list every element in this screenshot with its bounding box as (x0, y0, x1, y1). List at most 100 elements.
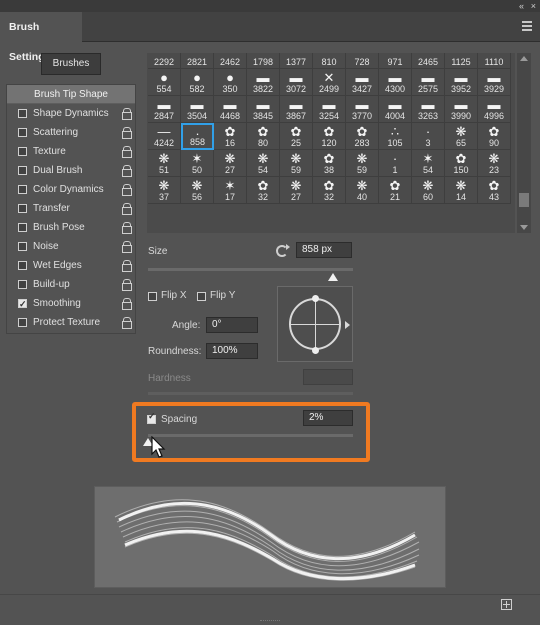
sidebar-item-noise[interactable]: Noise (6, 237, 136, 256)
sidebar-item-smoothing[interactable]: Smoothing (6, 294, 136, 314)
brush-preset-cell[interactable]: ❋ 59 (280, 150, 313, 177)
reset-size-icon[interactable] (276, 244, 290, 257)
brush-preset-cell[interactable]: 2462 (214, 53, 247, 69)
angle-roundness-widget[interactable] (277, 286, 353, 362)
brush-preset-cell[interactable]: 1125 (445, 53, 478, 69)
brush-preset-cell[interactable]: ❋ 40 (346, 177, 379, 204)
brushes-button[interactable]: Brushes (41, 53, 101, 75)
scroll-down-icon[interactable] (520, 225, 528, 230)
brush-preset-cell[interactable]: ● 554 (148, 69, 181, 96)
sidebar-checkbox[interactable] (18, 242, 27, 251)
brush-preset-cell[interactable]: 728 (346, 53, 379, 69)
brush-preset-cell[interactable]: ▬ 4004 (379, 96, 412, 123)
brush-preset-cell[interactable]: ▬ 4300 (379, 69, 412, 96)
brush-preset-cell[interactable]: ✿ 90 (478, 123, 511, 150)
lock-icon[interactable] (122, 222, 132, 234)
brush-preset-cell[interactable]: ❋ 54 (247, 150, 280, 177)
sidebar-checkbox[interactable] (18, 204, 27, 213)
sidebar-checkbox[interactable] (18, 223, 27, 232)
brush-preset-cell[interactable]: ✿ 38 (313, 150, 346, 177)
lock-icon[interactable] (122, 108, 132, 120)
flip-x-checkbox[interactable] (148, 292, 157, 301)
brush-preset-cell[interactable]: ✿ 32 (247, 177, 280, 204)
brush-preset-cell[interactable]: ▬ 3929 (478, 69, 511, 96)
brush-preset-cell[interactable]: 1798 (247, 53, 280, 69)
lock-icon[interactable] (122, 317, 132, 329)
brush-preset-cell[interactable]: 1110 (478, 53, 511, 69)
brush-preset-cell[interactable]: ▬ 2847 (148, 96, 181, 123)
brush-preset-cell[interactable]: ▬ 3254 (313, 96, 346, 123)
brush-preset-cell[interactable]: · 3 (412, 123, 445, 150)
brush-preset-cell[interactable]: ❋ 59 (346, 150, 379, 177)
brush-preset-cell[interactable]: ✶ 17 (214, 177, 247, 204)
collapse-panel-icon[interactable]: « (519, 0, 524, 12)
brush-preset-cell[interactable]: —4242 (148, 123, 181, 150)
sidebar-checkbox[interactable] (18, 318, 27, 327)
lock-icon[interactable] (122, 184, 132, 196)
brush-preset-cell[interactable]: ✿ 283 (346, 123, 379, 150)
sidebar-checkbox[interactable] (18, 261, 27, 270)
angle-arrow-icon[interactable] (345, 321, 350, 329)
brush-preset-cell[interactable]: ❋ 27 (280, 177, 313, 204)
brush-preset-cell[interactable]: ✿ 21 (379, 177, 412, 204)
brush-preset-cell[interactable]: ❋ 51 (148, 150, 181, 177)
brush-preset-cell[interactable]: ❋ 23 (478, 150, 511, 177)
brush-preset-cell[interactable]: ✿ 120 (313, 123, 346, 150)
brush-preset-cell[interactable]: ❋ 27 (214, 150, 247, 177)
brush-preset-cell[interactable]: ❋ 60 (412, 177, 445, 204)
sidebar-checkbox[interactable] (18, 185, 27, 194)
brush-preset-cell[interactable]: ▬ 3867 (280, 96, 313, 123)
brush-preset-cell[interactable]: 2821 (181, 53, 214, 69)
brush-preset-cell[interactable]: 2465 (412, 53, 445, 69)
brush-preset-cell[interactable]: ▬ 4468 (214, 96, 247, 123)
lock-icon[interactable] (122, 279, 132, 291)
brush-preset-cell[interactable]: ▬ 3952 (445, 69, 478, 96)
sidebar-item-brush-tip-shape[interactable]: Brush Tip Shape (6, 84, 136, 104)
roundness-handle-top[interactable] (312, 295, 319, 302)
brush-preset-cell[interactable]: ✕ 2499 (313, 69, 346, 96)
sidebar-checkbox[interactable] (18, 109, 27, 118)
sidebar-item-scattering[interactable]: Scattering (6, 123, 136, 142)
scroll-thumb[interactable] (519, 193, 529, 207)
brush-preset-cell[interactable]: ✿ 80 (247, 123, 280, 150)
roundness-field[interactable]: 100% (206, 343, 258, 359)
sidebar-checkbox[interactable] (18, 166, 27, 175)
resize-grip[interactable] (260, 620, 280, 623)
brush-preset-cell[interactable]: ❋ 14 (445, 177, 478, 204)
brush-preset-cell[interactable]: · 1 (379, 150, 412, 177)
brush-preset-cell[interactable]: ✶ 50 (181, 150, 214, 177)
brush-preset-cell[interactable]: ▬ 4996 (478, 96, 511, 123)
angle-field[interactable]: 0° (206, 317, 258, 333)
brush-preset-cell[interactable]: ✿ 16 (214, 123, 247, 150)
sidebar-checkbox[interactable] (18, 295, 27, 314)
scroll-up-icon[interactable] (520, 56, 528, 61)
brush-preset-cell[interactable]: ✿ 43 (478, 177, 511, 204)
sidebar-item-protect-texture[interactable]: Protect Texture (6, 313, 136, 332)
brush-preset-cell[interactable]: ❋ 56 (181, 177, 214, 204)
tab-brush-settings[interactable]: Brush Settings (0, 12, 82, 63)
lock-icon[interactable] (122, 298, 132, 310)
lock-icon[interactable] (122, 127, 132, 139)
close-panel-icon[interactable]: × (531, 0, 536, 12)
brush-preset-cell[interactable]: 810 (313, 53, 346, 69)
panel-menu-icon[interactable] (522, 21, 532, 33)
lock-icon[interactable] (122, 260, 132, 272)
brush-preset-cell[interactable]: ✿ 25 (280, 123, 313, 150)
brush-preset-cell[interactable]: ✿ 150 (445, 150, 478, 177)
brush-preset-cell[interactable]: ✶ 54 (412, 150, 445, 177)
flip-y-checkbox[interactable] (197, 292, 206, 301)
lock-icon[interactable] (122, 203, 132, 215)
brush-preset-cell[interactable]: 1377 (280, 53, 313, 69)
brush-preset-cell[interactable]: ▬ 2575 (412, 69, 445, 96)
sidebar-item-wet-edges[interactable]: Wet Edges (6, 256, 136, 275)
brush-preset-cell[interactable]: · 858 (181, 123, 214, 150)
brush-preset-cell[interactable]: 2292 (148, 53, 181, 69)
sidebar-item-color-dynamics[interactable]: Color Dynamics (6, 180, 136, 199)
lock-icon[interactable] (122, 146, 132, 158)
size-slider-handle[interactable] (327, 273, 338, 281)
brush-preset-cell[interactable]: ✿ 32 (313, 177, 346, 204)
sidebar-item-transfer[interactable]: Transfer (6, 199, 136, 218)
brush-preset-cell[interactable]: ▬ 3263 (412, 96, 445, 123)
lock-icon[interactable] (122, 241, 132, 253)
brush-preset-cell[interactable]: ● 350 (214, 69, 247, 96)
